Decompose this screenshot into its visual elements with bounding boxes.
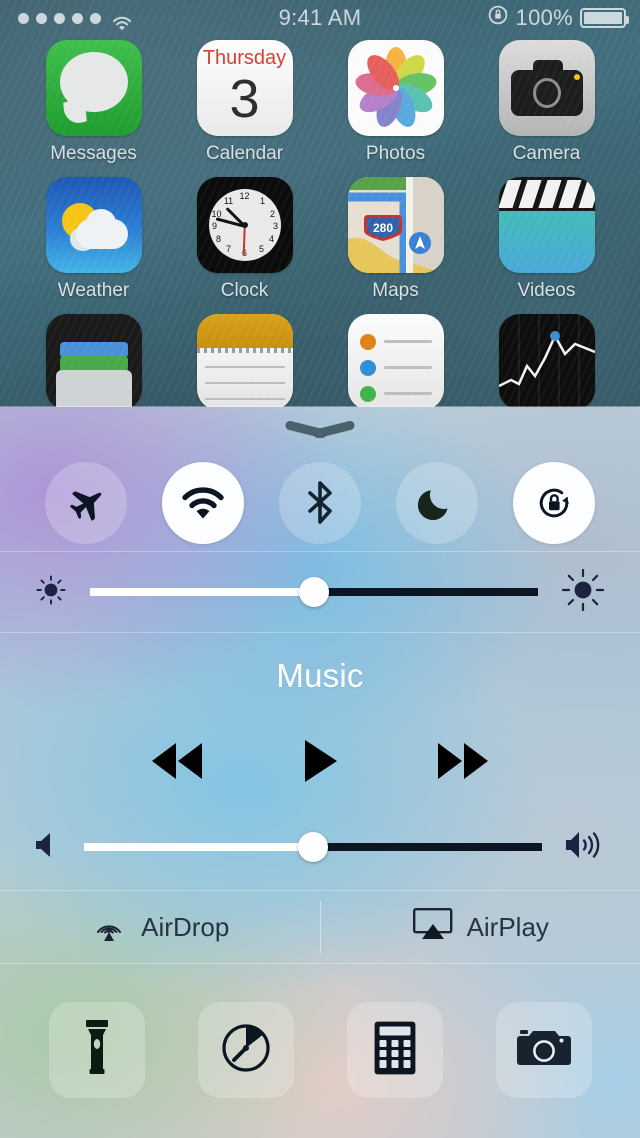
camera-button[interactable] bbox=[496, 1002, 592, 1098]
maps-icon: 280 bbox=[348, 177, 444, 273]
flashlight-button[interactable] bbox=[49, 1002, 145, 1098]
airdrop-label: AirDrop bbox=[141, 912, 229, 943]
brightness-track-unfilled bbox=[314, 588, 538, 596]
notes-icon bbox=[197, 314, 293, 410]
section-divider bbox=[0, 632, 640, 633]
calendar-day: 3 bbox=[229, 72, 259, 126]
app-label: Messages bbox=[50, 143, 137, 165]
videos-icon bbox=[499, 177, 595, 273]
shortcut-row bbox=[0, 977, 640, 1123]
toggle-row bbox=[0, 457, 640, 549]
home-screen-wallpaper: 9:41 AM 100% Messages Thursday bbox=[0, 0, 640, 420]
brightness-thumb[interactable] bbox=[299, 577, 329, 607]
app-stocks[interactable]: Stocks bbox=[489, 314, 605, 420]
volume-mute-icon bbox=[34, 830, 62, 865]
do-not-disturb-toggle[interactable] bbox=[396, 462, 478, 544]
volume-track-filled bbox=[84, 843, 313, 851]
app-row: Wallet Notes Reminders bbox=[0, 314, 640, 420]
camera-icon bbox=[516, 1026, 572, 1075]
volume-thumb[interactable] bbox=[298, 832, 328, 862]
calculator-icon bbox=[373, 1020, 417, 1081]
volume-track[interactable] bbox=[84, 843, 542, 851]
app-row: Messages Thursday 3 Calendar bbox=[0, 40, 640, 165]
timer-button[interactable] bbox=[198, 1002, 294, 1098]
calendar-icon: Thursday 3 bbox=[197, 40, 293, 136]
rewind-icon bbox=[144, 739, 210, 788]
app-reminders[interactable]: Reminders bbox=[338, 314, 454, 420]
app-clock[interactable]: 12 1 2 3 4 5 6 7 8 9 10 11 bbox=[187, 177, 303, 302]
share-row: AirDrop AirPlay bbox=[0, 891, 640, 963]
volume-high-icon bbox=[564, 829, 606, 866]
section-divider bbox=[0, 963, 640, 964]
fast-forward-button[interactable] bbox=[430, 739, 496, 788]
music-title: Music bbox=[0, 657, 640, 695]
photos-icon bbox=[348, 40, 444, 136]
status-bar: 9:41 AM 100% bbox=[0, 0, 640, 36]
wallet-icon bbox=[46, 314, 142, 410]
svg-text:280: 280 bbox=[372, 221, 392, 235]
app-label: Calendar bbox=[206, 143, 283, 165]
airdrop-icon bbox=[90, 905, 128, 950]
brightness-track-filled bbox=[90, 588, 314, 596]
clock-icon: 12 1 2 3 4 5 6 7 8 9 10 11 bbox=[197, 177, 293, 273]
app-videos[interactable]: Videos bbox=[489, 177, 605, 302]
app-wallet[interactable]: Wallet bbox=[36, 314, 152, 420]
rotation-lock-icon bbox=[531, 480, 577, 526]
app-label: Camera bbox=[513, 143, 581, 165]
brightness-track[interactable] bbox=[90, 588, 538, 596]
airdrop-button[interactable]: AirDrop bbox=[0, 891, 320, 963]
stocks-icon bbox=[499, 314, 595, 410]
app-label: Clock bbox=[221, 280, 269, 302]
wifi-icon bbox=[182, 486, 224, 520]
airplay-icon bbox=[412, 907, 454, 948]
music-section: Music bbox=[0, 657, 640, 790]
messages-icon bbox=[46, 40, 142, 136]
airplane-icon bbox=[66, 483, 106, 523]
rotation-lock-icon bbox=[487, 4, 509, 32]
airplay-button[interactable]: AirPlay bbox=[321, 891, 640, 963]
app-calendar[interactable]: Thursday 3 Calendar bbox=[187, 40, 303, 165]
weather-icon bbox=[46, 177, 142, 273]
battery-icon bbox=[580, 8, 626, 28]
transport-controls bbox=[0, 737, 640, 790]
app-grid: Messages Thursday 3 Calendar bbox=[0, 40, 640, 420]
bluetooth-toggle[interactable] bbox=[279, 462, 361, 544]
play-icon bbox=[300, 737, 340, 790]
flashlight-icon bbox=[77, 1018, 117, 1083]
reminders-icon bbox=[348, 314, 444, 410]
app-notes[interactable]: Notes bbox=[187, 314, 303, 420]
brightness-slider[interactable] bbox=[0, 552, 640, 632]
bluetooth-icon bbox=[306, 481, 334, 525]
airplay-label: AirPlay bbox=[467, 912, 549, 943]
wifi-toggle[interactable] bbox=[162, 462, 244, 544]
timer-icon bbox=[219, 1021, 273, 1080]
rotation-lock-toggle[interactable] bbox=[513, 462, 595, 544]
moon-icon bbox=[418, 484, 456, 522]
play-button[interactable] bbox=[300, 737, 340, 790]
camera-icon bbox=[499, 40, 595, 136]
control-center-panel: Music bbox=[0, 407, 640, 1138]
brightness-low-icon bbox=[34, 573, 68, 612]
calculator-button[interactable] bbox=[347, 1002, 443, 1098]
rewind-button[interactable] bbox=[144, 739, 210, 788]
grabber-chevron-icon[interactable] bbox=[285, 425, 355, 441]
app-weather[interactable]: Weather bbox=[36, 177, 152, 302]
app-messages[interactable]: Messages bbox=[36, 40, 152, 165]
airplane-mode-toggle[interactable] bbox=[45, 462, 127, 544]
app-label: Maps bbox=[372, 280, 418, 302]
status-bar-right: 100% bbox=[487, 4, 626, 32]
app-row: Weather 12 1 2 3 4 5 6 7 8 9 10 bbox=[0, 177, 640, 302]
app-label: Weather bbox=[58, 280, 129, 302]
app-camera[interactable]: Camera bbox=[489, 40, 605, 165]
calendar-weekday: Thursday bbox=[203, 47, 286, 70]
app-label: Videos bbox=[518, 280, 576, 302]
app-maps[interactable]: 280 Maps bbox=[338, 177, 454, 302]
app-label: Photos bbox=[366, 143, 425, 165]
volume-slider[interactable] bbox=[0, 807, 640, 887]
volume-track-unfilled bbox=[313, 843, 542, 851]
fast-forward-icon bbox=[430, 739, 496, 788]
battery-percent: 100% bbox=[516, 5, 573, 31]
brightness-high-icon bbox=[560, 567, 606, 618]
app-photos[interactable]: Photos bbox=[338, 40, 454, 165]
